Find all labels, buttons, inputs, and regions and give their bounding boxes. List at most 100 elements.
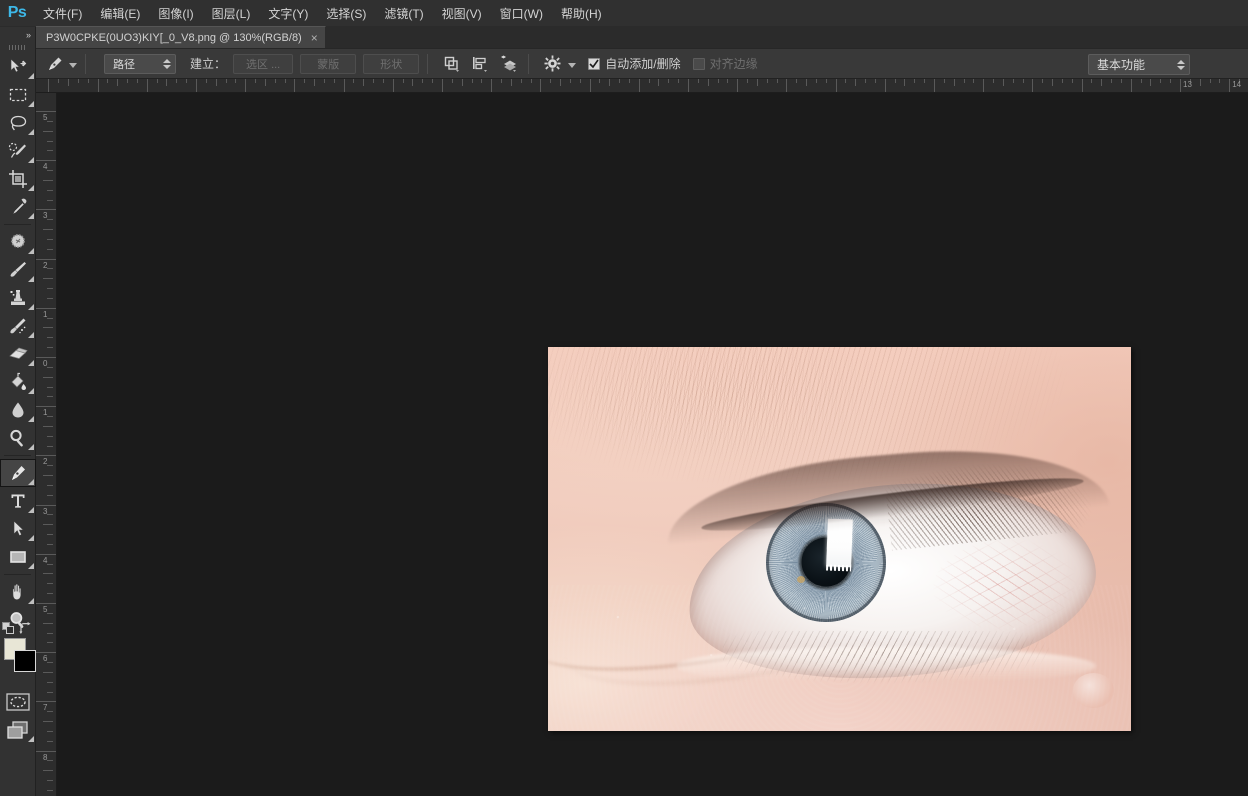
ruler-tick bbox=[98, 79, 99, 93]
clone-stamp-tool[interactable] bbox=[0, 284, 36, 312]
ruler-subtick bbox=[511, 79, 512, 86]
align-edges-checkbox[interactable] bbox=[693, 58, 705, 70]
path-arrangement-icon[interactable] bbox=[494, 53, 520, 75]
ruler-subtick bbox=[757, 79, 758, 86]
gear-icon[interactable] bbox=[539, 53, 565, 75]
ruler-number: 13 bbox=[1183, 80, 1192, 89]
menu-image[interactable]: 图像(I) bbox=[149, 0, 202, 27]
horizontal-ruler[interactable]: 13 14 bbox=[36, 79, 1248, 93]
menu-select[interactable]: 选择(S) bbox=[317, 0, 375, 27]
path-mode-select[interactable]: 路径 bbox=[104, 54, 176, 74]
ruler-subtick bbox=[580, 79, 581, 83]
ruler-subtick bbox=[796, 79, 797, 83]
ruler-tick bbox=[294, 79, 295, 93]
ruler-subtick bbox=[47, 731, 53, 732]
ruler-subtick bbox=[47, 387, 53, 388]
gear-chevron-down-icon[interactable] bbox=[568, 63, 576, 68]
ruler-subtick bbox=[137, 79, 138, 83]
ruler-subtick bbox=[1111, 79, 1112, 83]
quick-selection-tool[interactable] bbox=[0, 137, 36, 165]
ruler-subtick bbox=[1013, 79, 1014, 83]
gradient-tool[interactable] bbox=[0, 368, 36, 396]
auto-add-delete-checkbox[interactable] bbox=[588, 58, 600, 70]
brush-tool[interactable] bbox=[0, 256, 36, 284]
make-shape-button[interactable]: 形状 bbox=[363, 54, 419, 74]
ruler-subtick bbox=[521, 79, 522, 83]
path-selection-tool[interactable] bbox=[0, 515, 36, 543]
rectangle-tool[interactable] bbox=[0, 543, 36, 571]
toolbar-drag-handle[interactable] bbox=[0, 42, 35, 53]
menu-layer[interactable]: 图层(L) bbox=[203, 0, 260, 27]
path-mode-stepper[interactable] bbox=[163, 59, 171, 69]
spot-healing-tool[interactable] bbox=[0, 228, 36, 256]
ruler-tick bbox=[36, 701, 57, 702]
history-brush-tool[interactable] bbox=[0, 312, 36, 340]
eyedropper-tool[interactable] bbox=[0, 193, 36, 221]
document-tab-bar: P3W0CPKE(0UO3)KIY[_0_V8.png @ 130%(RGB/8… bbox=[0, 27, 1248, 49]
move-tool[interactable] bbox=[0, 53, 36, 81]
quick-mask-button[interactable] bbox=[0, 688, 36, 716]
ruler-subtick bbox=[658, 79, 659, 86]
ruler-subtick bbox=[47, 367, 53, 368]
ruler-subtick bbox=[47, 760, 53, 761]
ruler-subtick bbox=[78, 79, 79, 83]
ruler-subtick bbox=[43, 770, 53, 771]
marquee-tool[interactable] bbox=[0, 81, 36, 109]
close-icon[interactable]: × bbox=[311, 32, 318, 44]
ruler-subtick bbox=[58, 79, 59, 83]
lasso-tool[interactable] bbox=[0, 109, 36, 137]
options-divider-2 bbox=[427, 54, 428, 74]
eraser-tool[interactable] bbox=[0, 340, 36, 368]
menu-view[interactable]: 视图(V) bbox=[433, 0, 491, 27]
menu-edit[interactable]: 编辑(E) bbox=[91, 0, 149, 27]
hand-tool[interactable] bbox=[0, 578, 36, 606]
pen-tool-icon[interactable] bbox=[44, 53, 66, 75]
ruler-subtick bbox=[285, 79, 286, 83]
ruler-tick bbox=[590, 79, 591, 93]
ruler-subtick bbox=[314, 79, 315, 86]
ruler-subtick bbox=[422, 79, 423, 83]
ruler-subtick bbox=[47, 446, 53, 447]
ruler-subtick bbox=[47, 544, 53, 545]
ruler-tick bbox=[36, 357, 57, 358]
expand-toolbar-icon[interactable]: » bbox=[0, 27, 35, 42]
ruler-number: 14 bbox=[1232, 80, 1241, 89]
menu-window[interactable]: 窗口(W) bbox=[491, 0, 552, 27]
ruler-subtick bbox=[560, 79, 561, 86]
ruler-subtick bbox=[43, 180, 53, 181]
path-operations-icon[interactable] bbox=[438, 53, 464, 75]
dodge-tool[interactable] bbox=[0, 424, 36, 452]
workspace-stepper[interactable] bbox=[1177, 60, 1185, 70]
ruler-subtick bbox=[47, 141, 53, 142]
ruler-subtick bbox=[678, 79, 679, 83]
menu-file[interactable]: 文件(F) bbox=[34, 0, 91, 27]
crop-tool[interactable] bbox=[0, 165, 36, 193]
ruler-subtick bbox=[1023, 79, 1024, 83]
ruler-subtick bbox=[88, 79, 89, 83]
ruler-tick bbox=[36, 111, 57, 112]
background-color-swatch[interactable] bbox=[14, 650, 36, 672]
tool-preset-chevron-down-icon[interactable] bbox=[69, 63, 77, 68]
ruler-subtick bbox=[816, 79, 817, 83]
ruler-tick bbox=[1131, 79, 1132, 93]
make-selection-button[interactable]: 选区 ... bbox=[233, 54, 293, 74]
ruler-subtick bbox=[235, 79, 236, 83]
pen-tool[interactable] bbox=[0, 459, 36, 487]
ruler-subtick bbox=[127, 79, 128, 83]
screen-mode-button[interactable] bbox=[0, 716, 36, 744]
vertical-ruler[interactable]: 54321012345678 bbox=[36, 93, 57, 796]
type-tool[interactable] bbox=[0, 487, 36, 515]
canvas-area[interactable] bbox=[57, 93, 1248, 796]
workspace-select[interactable]: 基本功能 bbox=[1088, 54, 1190, 75]
path-alignment-icon[interactable] bbox=[466, 53, 492, 75]
make-mask-button[interactable]: 蒙版 bbox=[300, 54, 356, 74]
menu-help[interactable]: 帮助(H) bbox=[552, 0, 611, 27]
eye-closeup-photo[interactable] bbox=[548, 347, 1131, 731]
ruler-subtick bbox=[914, 79, 915, 83]
ruler-subtick bbox=[412, 79, 413, 86]
blur-tool[interactable] bbox=[0, 396, 36, 424]
menu-filter[interactable]: 滤镜(T) bbox=[375, 0, 432, 27]
ruler-subtick bbox=[944, 79, 945, 83]
menu-type[interactable]: 文字(Y) bbox=[259, 0, 317, 27]
document-tab[interactable]: P3W0CPKE(0UO3)KIY[_0_V8.png @ 130%(RGB/8… bbox=[36, 26, 326, 48]
